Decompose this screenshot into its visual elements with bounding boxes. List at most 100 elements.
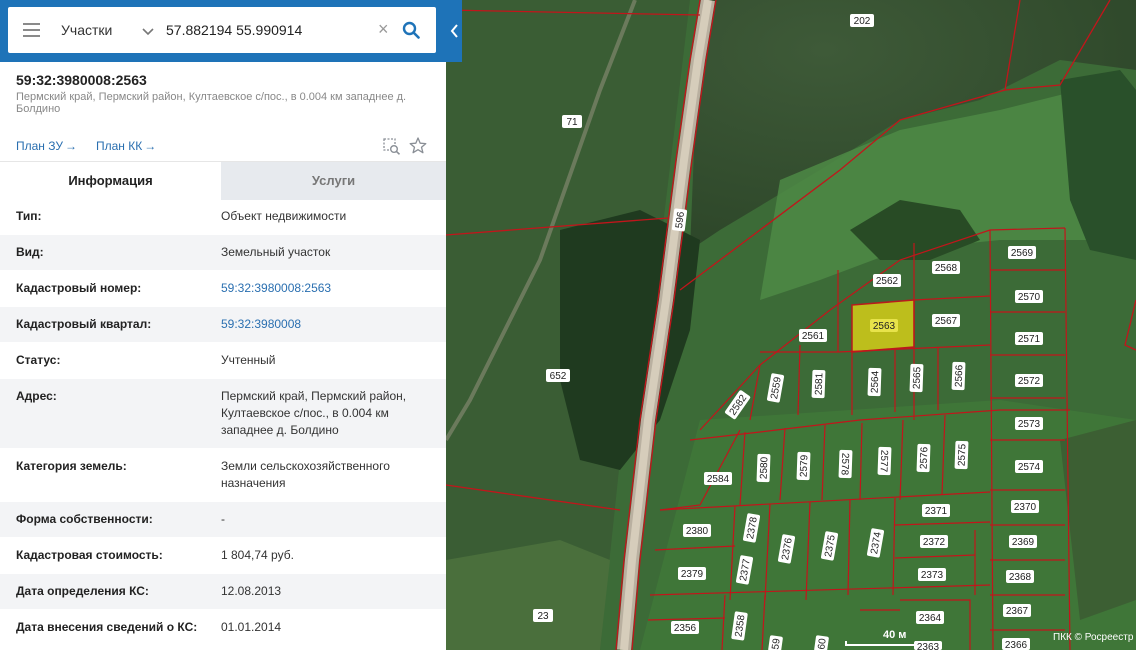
info-value: - <box>221 512 225 526</box>
info-row-cadastral-quarter: Кадастровый квартал: 59:32:3980008 <box>0 307 446 343</box>
info-table: Тип: Объект недвижимости Вид: Земельный … <box>0 199 446 646</box>
map-label: 2567 <box>935 316 958 327</box>
info-key: Дата определения КС: <box>16 584 149 598</box>
map-label: 596 <box>674 211 687 229</box>
map-label: 2380 <box>686 526 709 537</box>
tabs: Информация Услуги <box>0 161 446 200</box>
arrow-right-icon: → <box>65 139 77 153</box>
plan-kk-link[interactable]: План КК → <box>96 139 156 153</box>
menu-icon[interactable] <box>23 23 40 37</box>
tab-services[interactable]: Услуги <box>221 162 446 200</box>
map-label-selected: 2563 <box>873 321 896 332</box>
map-label: 2574 <box>1018 462 1041 473</box>
map-label: 2368 <box>1009 572 1032 583</box>
map-view[interactable]: 202 71 596 652 23 2562 2568 2569 2570 25… <box>446 0 1136 650</box>
map-label: 2566 <box>954 364 966 387</box>
map-label: 2571 <box>1018 334 1041 345</box>
map-label: 2371 <box>925 506 948 517</box>
arrow-right-icon: → <box>144 139 157 153</box>
search-icon[interactable] <box>402 21 420 44</box>
zoom-to-object-icon[interactable] <box>383 138 401 160</box>
info-value: Объект недвижимости <box>221 209 347 223</box>
scale-label: 40 м <box>883 629 907 641</box>
map-label: 2370 <box>1014 502 1037 513</box>
close-icon[interactable]: × <box>378 20 389 38</box>
map-label: 202 <box>854 16 871 27</box>
map-label: 2569 <box>1011 248 1034 259</box>
cadastral-quarter-link[interactable]: 59:32:3980008 <box>221 307 446 342</box>
map-label: 2580 <box>759 456 771 479</box>
info-row-entry-date: Дата внесения сведений о КС: 01.01.2014 <box>0 610 446 646</box>
map-label: 2581 <box>814 372 826 395</box>
map-label: 2369 <box>1012 537 1035 548</box>
map-label: 2576 <box>919 446 931 469</box>
info-key: Форма собственности: <box>16 512 153 526</box>
map-label: 2565 <box>912 366 924 389</box>
map-label: 59 <box>770 637 783 650</box>
plan-zu-label: План ЗУ <box>16 139 63 153</box>
search-type-label[interactable]: Участки <box>61 22 112 38</box>
info-row-kind: Вид: Земельный участок <box>0 235 446 271</box>
map-label: 60 <box>816 637 829 650</box>
copyright-text: ПКК © Росреестр <box>1053 632 1134 643</box>
info-row-status: Статус: Учтенный <box>0 343 446 379</box>
info-key: Кадастровая стоимость: <box>16 548 163 562</box>
info-row-cadastral-number: Кадастровый номер: 59:32:3980008:2563 <box>0 271 446 307</box>
map-label: 2364 <box>919 613 942 624</box>
map-label: 2584 <box>707 474 730 485</box>
map-label: 2367 <box>1006 606 1029 617</box>
info-value: Учтенный <box>221 353 276 367</box>
map-label: 2578 <box>839 453 851 476</box>
chevron-down-icon[interactable] <box>142 23 154 41</box>
info-key: Статус: <box>16 353 61 367</box>
map-label: 23 <box>537 611 549 622</box>
map-label: 2356 <box>674 623 697 634</box>
info-row-address: Адрес: Пермский край, Пермский район, Ку… <box>0 379 446 449</box>
info-key: Категория земель: <box>16 459 127 473</box>
info-key: Вид: <box>16 245 44 259</box>
search-input[interactable] <box>166 20 371 40</box>
map-label: 2570 <box>1018 292 1041 303</box>
collapse-panel-button[interactable] <box>446 0 462 62</box>
info-key: Дата внесения сведений о КС: <box>16 620 198 634</box>
map-label: 2564 <box>870 370 882 393</box>
info-row-cadastral-value: Кадастровая стоимость: 1 804,74 руб. <box>0 538 446 574</box>
info-row-land-category: Категория земель: Земли сельскохозяйстве… <box>0 449 446 502</box>
map-label: 2561 <box>802 331 825 342</box>
info-key: Адрес: <box>16 389 57 403</box>
map-label: 2577 <box>878 450 890 473</box>
info-value: Земельный участок <box>221 245 331 259</box>
map-label: 2373 <box>921 570 944 581</box>
map-label: 2562 <box>876 276 899 287</box>
info-row-type: Тип: Объект недвижимости <box>0 199 446 235</box>
search-bar: Участки × <box>0 0 446 62</box>
map-label: 2575 <box>957 443 969 466</box>
info-row-value-date: Дата определения КС: 12.08.2013 <box>0 574 446 610</box>
plan-zu-link[interactable]: План ЗУ → <box>16 139 77 153</box>
info-panel: Участки × 59:32:3980008:2563 Пермский кр… <box>0 0 446 650</box>
star-icon[interactable] <box>409 137 427 159</box>
info-row-ownership: Форма собственности: - <box>0 502 446 538</box>
map-label: 2579 <box>799 454 811 477</box>
map-label: 2573 <box>1018 419 1041 430</box>
map-label: 2366 <box>1005 640 1028 650</box>
parcel-address: Пермский край, Пермский район, Култаевск… <box>16 91 407 115</box>
plan-kk-label: План КК <box>96 139 143 153</box>
info-value: 1 804,74 руб. <box>221 548 294 562</box>
map-label: 2363 <box>917 642 940 650</box>
info-value: 12.08.2013 <box>221 584 282 598</box>
info-key: Кадастровый номер: <box>16 281 142 295</box>
cadastral-number-link[interactable]: 59:32:3980008:2563 <box>221 271 446 306</box>
map-label: 71 <box>566 117 578 128</box>
map-label: 2572 <box>1018 376 1041 387</box>
info-value: 01.01.2014 <box>221 620 282 634</box>
info-value: Пермский край, Пермский район, Култаевск… <box>221 389 407 437</box>
tab-info[interactable]: Информация <box>0 162 221 200</box>
search-box: Участки × <box>8 7 436 53</box>
info-key: Кадастровый квартал: <box>16 317 152 331</box>
parcel-title: 59:32:3980008:2563 <box>16 72 147 88</box>
map-label: 652 <box>550 371 567 382</box>
map-label: 2568 <box>935 263 958 274</box>
map-label: 2372 <box>923 537 946 548</box>
map-label: 2379 <box>681 569 704 580</box>
